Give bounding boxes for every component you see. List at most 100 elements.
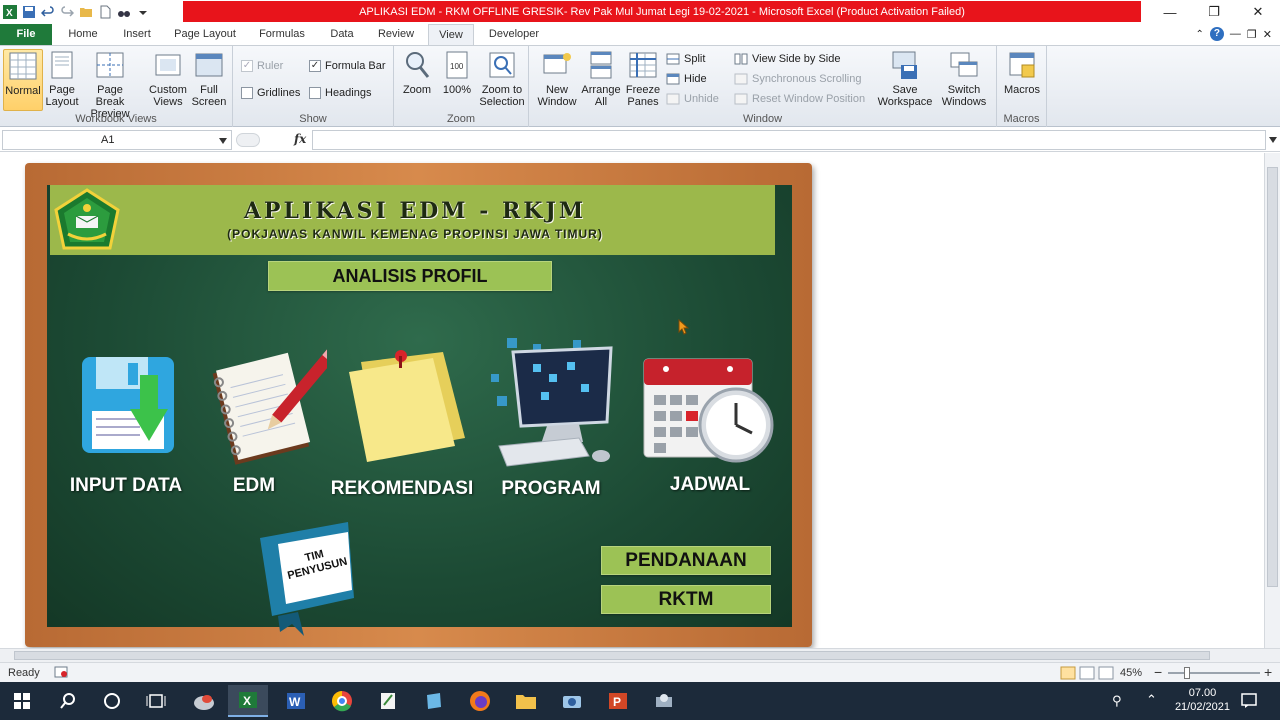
show-hidden-icons-icon[interactable]: ⌃ [1146,692,1157,708]
new-window-button[interactable]: New Window [535,49,579,108]
help-icon[interactable]: ? [1209,27,1224,41]
analisis-profil-button[interactable]: ANALISIS PROFIL [268,261,552,291]
taskbar-chrome-icon[interactable] [322,685,362,717]
split-button[interactable]: Split [666,51,705,67]
zoom-slider-track[interactable] [1168,672,1260,674]
reset-window-position-button[interactable]: Reset Window Position [734,91,865,107]
zoom-in-icon[interactable]: + [1264,664,1272,680]
taskbar-firefox-icon[interactable] [460,685,500,717]
view-mode-icons[interactable] [1060,666,1116,680]
save-workspace-button[interactable]: Save Workspace [875,49,935,108]
headings-checkbox[interactable]: Headings [309,85,371,101]
rekomendasi-label[interactable]: REKOMENDASI [328,478,476,500]
restore-workbook-icon[interactable]: ❐ [1247,28,1257,41]
search-icon[interactable] [48,685,88,717]
program-button[interactable] [483,334,615,468]
redo-icon[interactable] [59,4,75,20]
zoom-to-selection-button[interactable]: Zoom to Selection [478,49,526,108]
zoom-slider-thumb[interactable] [1184,667,1190,679]
people-icon[interactable]: ⚲ [1112,693,1122,709]
tab-file[interactable]: File [0,24,52,45]
tab-page-layout[interactable]: Page Layout [170,24,240,45]
taskbar-notepad-icon[interactable] [368,685,408,717]
minimize-button[interactable]: — [1148,0,1192,24]
save-icon[interactable] [21,4,37,20]
program-label[interactable]: PROGRAM [496,478,606,500]
jadwal-button[interactable] [642,355,774,465]
name-box[interactable]: A1 [2,130,232,150]
zoom-level[interactable]: 45% [1120,667,1142,679]
macro-record-icon[interactable] [54,666,68,678]
horizontal-scrollbar[interactable] [0,648,1280,662]
binoculars-icon[interactable] [116,4,132,20]
excel-app-icon[interactable]: X [2,4,18,20]
zoom-out-icon[interactable]: − [1154,664,1162,680]
pendanaan-button[interactable]: PENDANAAN [601,546,771,575]
jadwal-label[interactable]: JADWAL [650,474,770,496]
expand-formula-icon[interactable] [1269,137,1277,143]
name-box-dropdown-icon[interactable] [219,138,227,144]
formula-bar-label: Formula Bar [325,60,386,72]
synchronous-scrolling-button[interactable]: Synchronous Scrolling [734,71,861,87]
rekomendasi-button[interactable] [343,342,468,466]
page-break-preview-button[interactable]: Page Break Preview [82,49,138,120]
formula-bar-checkbox[interactable]: ✓ Formula Bar [309,58,386,74]
undo-icon[interactable] [40,4,56,20]
zoom-100-button[interactable]: 100 100% [438,49,476,96]
tab-developer[interactable]: Developer [482,24,546,45]
tab-data[interactable]: Data [322,24,362,45]
tab-formulas[interactable]: Formulas [252,24,312,45]
restore-button[interactable]: ❐ [1192,0,1236,24]
zoom-button[interactable]: Zoom [400,49,434,96]
tab-review[interactable]: Review [372,24,420,45]
taskbar-excel-icon[interactable]: X [228,685,268,717]
page-layout-button[interactable]: Page Layout [44,49,80,108]
vertical-scrollbar[interactable] [1264,153,1280,648]
taskbar-camera-icon[interactable] [552,685,592,717]
minimize-workbook-icon[interactable]: — [1230,28,1241,40]
view-side-by-side-button[interactable]: View Side by Side [734,51,840,67]
task-view-icon[interactable] [136,685,176,717]
ruler-checkbox[interactable]: ✓ Ruler [241,58,283,74]
formula-input[interactable] [312,130,1266,150]
formula-bar-expand-handle[interactable] [236,133,260,147]
input-data-button[interactable] [80,355,180,457]
tim-penyusun-button[interactable]: TIM PENYUSUN [258,520,358,638]
open-folder-icon[interactable] [78,4,94,20]
edm-button[interactable] [205,340,337,466]
normal-view-button[interactable]: Normal [3,49,43,111]
taskbar-app-icon-1[interactable] [184,685,224,717]
windows-start-icon[interactable] [2,685,42,717]
unhide-button[interactable]: Unhide [666,91,719,107]
hide-button[interactable]: Hide [666,71,707,87]
taskbar-clock[interactable]: 07.00 21/02/2021 [1175,686,1230,714]
new-file-icon[interactable] [97,4,113,20]
edm-label[interactable]: EDM [222,475,286,497]
customize-toolbar-icon[interactable] [135,4,151,20]
taskbar-app-icon-3[interactable] [644,685,684,717]
collapse-ribbon-icon[interactable]: ⌃ [1196,29,1204,40]
tab-view[interactable]: View [428,24,474,45]
gridlines-checkbox[interactable]: Gridlines [241,85,300,101]
input-data-label[interactable]: INPUT DATA [60,475,192,497]
rktm-button[interactable]: RKTM [601,585,771,614]
close-button[interactable]: ✕ [1236,0,1280,24]
full-screen-button[interactable]: Full Screen [190,49,228,108]
taskbar-word-icon[interactable]: W [276,685,316,717]
arrange-all-button[interactable]: Arrange All [581,49,621,108]
tab-insert[interactable]: Insert [114,24,160,45]
cortana-icon[interactable] [92,685,132,717]
close-workbook-icon[interactable]: ✕ [1263,28,1272,41]
taskbar-file-explorer-icon[interactable] [506,685,546,717]
notifications-icon[interactable] [1240,691,1258,712]
taskbar-app-icon-2[interactable] [414,685,454,717]
macros-button[interactable]: Macros [1002,49,1042,96]
freeze-panes-button[interactable]: Freeze Panes [623,49,663,108]
tab-home[interactable]: Home [60,24,106,45]
switch-windows-button[interactable]: Switch Windows [935,49,993,108]
custom-views-button[interactable]: Custom Views [146,49,190,108]
taskbar-powerpoint-icon[interactable]: P [598,685,638,717]
insert-function-icon[interactable]: fx [294,132,306,146]
horizontal-scroll-thumb[interactable] [14,651,1210,660]
vertical-scroll-thumb[interactable] [1267,167,1278,587]
